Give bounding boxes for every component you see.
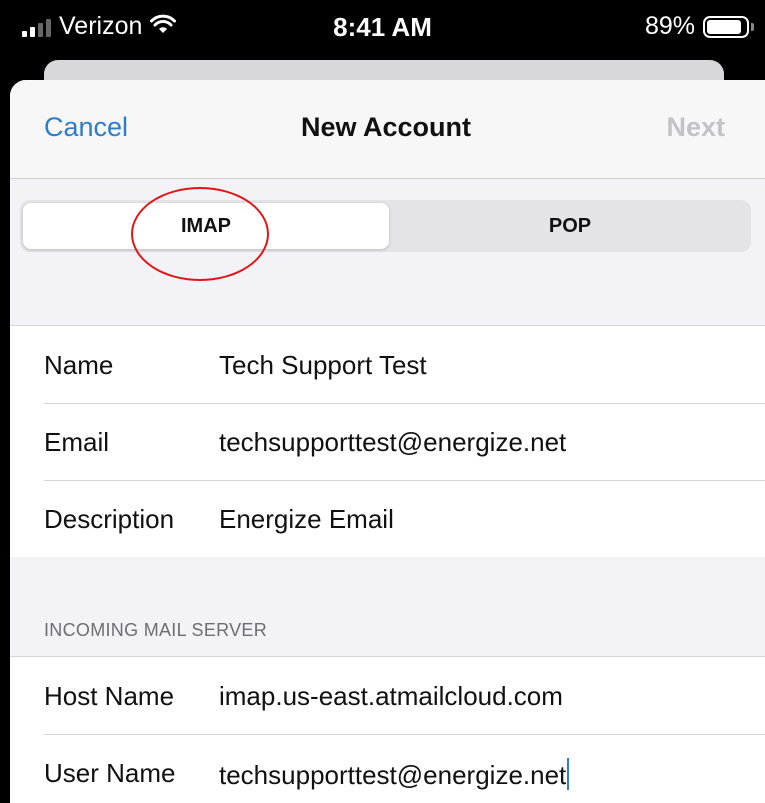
status-right: 89% [644, 12, 754, 41]
user-name-label: User Name [44, 758, 176, 788]
user-name-row[interactable]: User Name techsupporttest@energize.net [10, 734, 765, 803]
user-name-text: techsupporttest@energize.net [219, 760, 567, 790]
battery-percent: 89% [644, 12, 695, 40]
next-button[interactable]: Next [666, 112, 725, 143]
account-type-segmented-control: IMAP POP [20, 200, 751, 252]
account-details-group: Name Tech Support Test Email techsupport… [10, 325, 765, 557]
user-name-field[interactable]: techsupporttest@energize.net [219, 758, 570, 791]
battery-level [707, 19, 741, 34]
host-name-field[interactable]: imap.us-east.atmailcloud.com [219, 681, 563, 712]
page-title: New Account [300, 112, 471, 142]
email-field[interactable]: techsupporttest@energize.net [219, 427, 566, 458]
host-name-row[interactable]: Host Name imap.us-east.atmailcloud.com [10, 657, 765, 734]
text-cursor [567, 758, 570, 790]
incoming-server-group: Host Name imap.us-east.atmailcloud.com U… [10, 656, 765, 803]
description-row[interactable]: Description Energize Email [10, 480, 765, 557]
status-bar: Verizon 8:41 AM 89% [0, 0, 765, 55]
email-row[interactable]: Email techsupporttest@energize.net [10, 403, 765, 480]
host-name-label: Host Name [44, 681, 175, 711]
navigation-bar: Cancel New Account Next [10, 80, 765, 179]
name-row[interactable]: Name Tech Support Test [10, 326, 765, 403]
name-field[interactable]: Tech Support Test [219, 350, 427, 381]
new-account-sheet: Cancel New Account Next IMAP POP Name Te… [10, 80, 765, 803]
red-annotation-circle [131, 187, 269, 281]
pop-segment[interactable]: POP [392, 203, 748, 249]
description-label: Description [44, 504, 175, 534]
battery-cap [751, 22, 754, 31]
description-field[interactable]: Energize Email [219, 504, 394, 535]
name-label: Name [44, 350, 114, 380]
email-label: Email [44, 427, 110, 457]
battery-icon [703, 15, 754, 38]
incoming-mail-server-header: INCOMING MAIL SERVER [44, 620, 268, 640]
